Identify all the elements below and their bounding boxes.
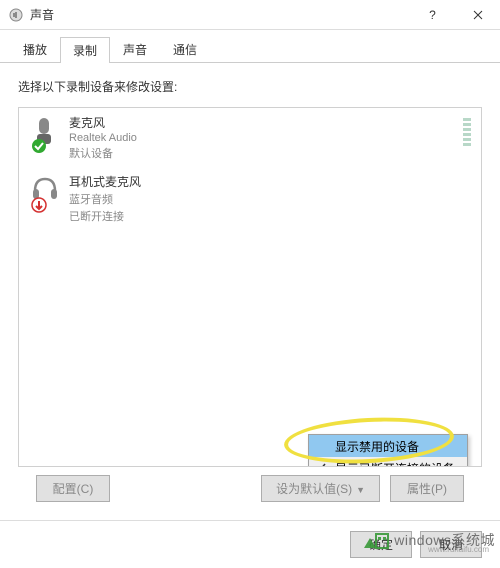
- context-menu: 显示禁用的设备 显示已断开连接的设备: [308, 434, 468, 467]
- device-name: 耳机式麦克风: [69, 173, 141, 190]
- window-title: 声音: [30, 6, 54, 23]
- device-provider: Realtek Audio: [69, 132, 137, 144]
- tab-recording[interactable]: 录制: [60, 37, 110, 63]
- title-bar: 声音 ?: [0, 0, 500, 30]
- device-provider: 蓝牙音频: [69, 191, 141, 207]
- menu-item-show-disabled[interactable]: 显示禁用的设备: [309, 435, 467, 457]
- device-item[interactable]: 耳机式麦克风 蓝牙音频 已断开连接: [19, 167, 481, 230]
- chevron-down-icon: ▼: [356, 485, 365, 495]
- configure-button[interactable]: 配置(C): [36, 475, 110, 502]
- close-button[interactable]: [455, 0, 500, 30]
- level-meter: [463, 118, 471, 146]
- device-name: 麦克风: [69, 114, 137, 131]
- microphone-icon: [29, 114, 61, 154]
- app-icon: [8, 7, 24, 23]
- set-default-button[interactable]: 设为默认值(S)▼: [261, 475, 380, 502]
- properties-button[interactable]: 属性(P): [390, 475, 464, 502]
- tab-bar: 播放 录制 声音 通信: [0, 30, 500, 63]
- menu-item-show-disconnected[interactable]: 显示已断开连接的设备: [309, 457, 467, 467]
- close-icon: [473, 10, 483, 20]
- menu-item-label: 显示禁用的设备: [335, 438, 419, 455]
- action-button-row: 配置(C) 设为默认值(S)▼ 属性(P): [18, 467, 482, 510]
- help-button[interactable]: ?: [410, 0, 455, 30]
- tab-communications[interactable]: 通信: [160, 36, 210, 62]
- device-status: 已断开连接: [69, 208, 141, 224]
- check-icon: [315, 461, 327, 467]
- tab-playback[interactable]: 播放: [10, 36, 60, 62]
- watermark-logo-icon: [362, 528, 390, 552]
- device-item[interactable]: 麦克风 Realtek Audio 默认设备: [19, 108, 481, 167]
- device-status: 默认设备: [69, 145, 137, 161]
- watermark: windows系统城 www.ruhaifu.com: [362, 528, 495, 552]
- device-list[interactable]: 麦克风 Realtek Audio 默认设备 耳机式麦克风 蓝牙音频 已断开连接: [18, 107, 482, 467]
- tab-content: 选择以下录制设备来修改设置: 麦克风 Realtek Audio 默认设备: [0, 63, 500, 520]
- instruction-text: 选择以下录制设备来修改设置:: [18, 78, 482, 95]
- watermark-url: www.ruhaifu.com: [428, 545, 489, 554]
- tab-sounds[interactable]: 声音: [110, 36, 160, 62]
- menu-item-label: 显示已断开连接的设备: [335, 460, 455, 468]
- headset-icon: [29, 173, 61, 213]
